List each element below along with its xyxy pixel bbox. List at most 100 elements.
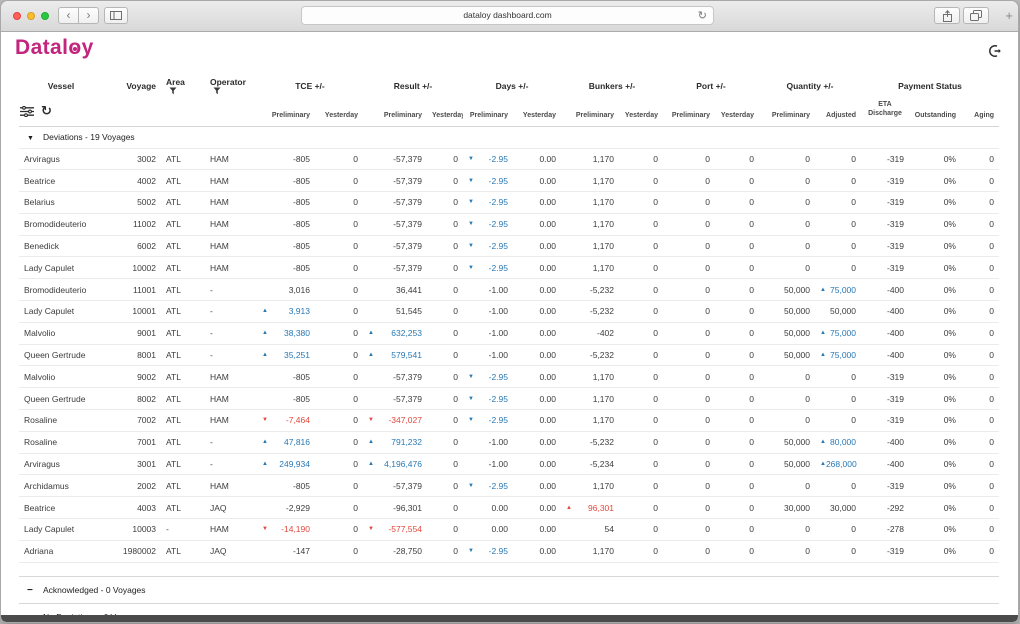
cell-port-preliminary: 0	[663, 213, 715, 235]
col-header-port[interactable]: Port +/-	[663, 71, 759, 99]
cell-tce-preliminary: -805	[257, 148, 315, 170]
cell-operator: HAM	[205, 519, 257, 541]
reload-icon[interactable]: ↻	[698, 8, 707, 25]
cell-days-preliminary: ▼-2.95	[463, 257, 513, 279]
section-header-deviations[interactable]: ▼Deviations - 19 Voyages	[19, 126, 999, 148]
trend-up-icon: ▲	[262, 330, 268, 336]
cell-voyage: 11001	[103, 279, 161, 301]
cell-result-yesterday: 0	[427, 213, 463, 235]
voyage-row[interactable]: Archidamus2002ATLHAM-8050-57,3790▼-2.950…	[19, 475, 999, 497]
voyage-row[interactable]: Bromodideuterio11002ATLHAM-8050-57,3790▼…	[19, 213, 999, 235]
col-header-area[interactable]: Area	[161, 71, 205, 99]
cell-area: ATL	[161, 301, 205, 323]
cell-outstanding: 0%	[909, 213, 961, 235]
voyage-row[interactable]: Malvolio9002ATLHAM-8050-57,3790▼-2.950.0…	[19, 366, 999, 388]
cell-value: -14,190	[281, 524, 310, 534]
section-label: Acknowledged - 0 Voyages	[43, 585, 146, 595]
column-settings-icon[interactable]	[20, 106, 34, 117]
cell-port-preliminary: 0	[663, 388, 715, 410]
cell-eta-discharge: -400	[861, 453, 909, 475]
cell-result-preliminary: -57,379	[363, 257, 427, 279]
sidebar-toggle-button[interactable]	[104, 7, 128, 24]
voyage-row[interactable]: Arviragus3002ATLHAM-8050-57,3790▼-2.950.…	[19, 148, 999, 170]
new-tab-button[interactable]: +	[1005, 8, 1013, 23]
voyage-row[interactable]: Rosaline7001ATL-▲47,8160▲791,2320-1.000.…	[19, 431, 999, 453]
voyage-row[interactable]: Adriana1980002ATLJAQ-1470-28,7500▼-2.950…	[19, 540, 999, 562]
col-header-payment-status[interactable]: Payment Status	[861, 71, 999, 99]
cell-value: 35,251	[284, 350, 310, 360]
cell-eta-discharge: -319	[861, 388, 909, 410]
window-bottom-bar	[1, 615, 1018, 622]
minus-icon[interactable]: −	[27, 587, 36, 594]
voyage-table: Vessel Voyage Area Operator TCE +/- Resu…	[19, 71, 999, 622]
cell-result-yesterday: 0	[427, 497, 463, 519]
cell-value: 268,000	[826, 459, 857, 469]
share-button[interactable]	[934, 7, 960, 24]
operator-filter-icon[interactable]	[213, 87, 221, 95]
voyage-row[interactable]: Queen Gertrude8001ATL-▲35,2510▲579,5410-…	[19, 344, 999, 366]
voyage-row[interactable]: Beatrice4002ATLHAM-8050-57,3790▼-2.950.0…	[19, 170, 999, 192]
voyage-row[interactable]: Bromodideuterio11001ATL-3,016036,4410-1.…	[19, 279, 999, 301]
voyage-row[interactable]: Benedick6002ATLHAM-8050-57,3790▼-2.950.0…	[19, 235, 999, 257]
cell-result-yesterday: 0	[427, 279, 463, 301]
forward-button[interactable]: ›	[78, 7, 99, 24]
close-window-button[interactable]	[13, 12, 21, 20]
voyage-row[interactable]: Queen Gertrude8002ATLHAM-8050-57,3790▼-2…	[19, 388, 999, 410]
col-header-operator[interactable]: Operator	[205, 71, 257, 99]
area-filter-icon[interactable]	[169, 87, 177, 95]
minimize-window-button[interactable]	[27, 12, 35, 20]
voyage-row[interactable]: Lady Capulet10002ATLHAM-8050-57,3790▼-2.…	[19, 257, 999, 279]
col-header-result[interactable]: Result +/-	[363, 71, 463, 99]
cell-result-yesterday: 0	[427, 453, 463, 475]
cell-value: 791,232	[391, 437, 422, 447]
col-header-tce[interactable]: TCE +/-	[257, 71, 363, 99]
cell-result-preliminary: ▲632,253	[363, 322, 427, 344]
cell-port-yesterday: 0	[715, 344, 759, 366]
zoom-window-button[interactable]	[41, 12, 49, 20]
cell-outstanding: 0%	[909, 170, 961, 192]
cell-value: -2.95	[489, 546, 508, 556]
cell-port-preliminary: 0	[663, 322, 715, 344]
section-header-acknowledged[interactable]: −Acknowledged - 0 Voyages	[19, 576, 999, 603]
voyage-row[interactable]: Lady Capulet10001ATL-▲3,913051,5450-1.00…	[19, 301, 999, 323]
voyage-row[interactable]: Arviragus3001ATL-▲249,9340▲4,196,4760-1.…	[19, 453, 999, 475]
cell-result-yesterday: 0	[427, 519, 463, 541]
voyage-row[interactable]: Lady Capulet10003-HAM▼-14,1900▼-577,5540…	[19, 519, 999, 541]
collapse-triangle-icon[interactable]: ▼	[27, 135, 36, 142]
cell-days-preliminary: ▼-2.95	[463, 170, 513, 192]
cell-port-yesterday: 0	[715, 148, 759, 170]
table-body: ▼Deviations - 19 VoyagesArviragus3002ATL…	[19, 126, 999, 622]
voyage-row[interactable]: Belarius5002ATLHAM-8050-57,3790▼-2.950.0…	[19, 192, 999, 214]
cell-voyage: 3001	[103, 453, 161, 475]
refresh-icon[interactable]: ↻	[41, 106, 52, 116]
subheader-bunkers-yesterday: Yesterday	[619, 99, 663, 126]
logout-icon[interactable]	[988, 44, 1002, 58]
cell-operator: HAM	[205, 366, 257, 388]
cell-outstanding: 0%	[909, 388, 961, 410]
voyage-row[interactable]: Beatrice4003ATLJAQ-2,9290-96,30100.000.0…	[19, 497, 999, 519]
cell-quantity-adjusted: 0	[815, 519, 861, 541]
col-header-vessel[interactable]: Vessel	[19, 71, 103, 99]
cell-operator: HAM	[205, 170, 257, 192]
cell-bunkers-yesterday: 0	[619, 279, 663, 301]
col-header-bunkers[interactable]: Bunkers +/-	[561, 71, 663, 99]
cell-days-preliminary: -1.00	[463, 301, 513, 323]
back-button[interactable]: ‹	[58, 7, 79, 24]
voyage-row[interactable]: Rosaline7002ATLHAM▼-7,4640▼-347,0270▼-2.…	[19, 410, 999, 432]
cell-result-yesterday: 0	[427, 148, 463, 170]
cell-quantity-preliminary: 50,000	[759, 301, 815, 323]
col-header-days[interactable]: Days +/-	[463, 71, 561, 99]
col-header-voyage[interactable]: Voyage	[103, 71, 161, 99]
cell-area: ATL	[161, 192, 205, 214]
cell-tce-preliminary: ▲47,816	[257, 431, 315, 453]
cell-quantity-adjusted: 0	[815, 410, 861, 432]
cell-port-preliminary: 0	[663, 148, 715, 170]
cell-quantity-adjusted: ▲75,000	[815, 322, 861, 344]
cell-tce-yesterday: 0	[315, 257, 363, 279]
col-header-quantity[interactable]: Quantity +/-	[759, 71, 861, 99]
address-bar[interactable]: dataloy dashboard.com ↻	[301, 6, 714, 25]
voyage-row[interactable]: Malvolio9001ATL-▲38,3800▲632,2530-1.000.…	[19, 322, 999, 344]
cell-value: -2.95	[489, 241, 508, 251]
cell-operator: -	[205, 453, 257, 475]
show-tabs-button[interactable]	[963, 7, 989, 24]
